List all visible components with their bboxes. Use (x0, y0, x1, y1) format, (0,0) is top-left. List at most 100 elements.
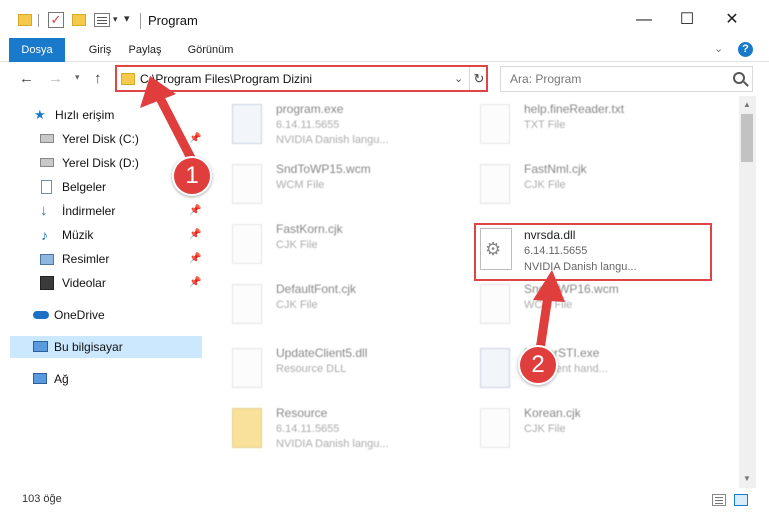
tiles-view-icon[interactable] (734, 494, 748, 506)
file-icon (232, 224, 262, 264)
pin-icon[interactable]: 📌 (189, 128, 201, 150)
properties-check-icon[interactable]: ✓ (48, 12, 64, 28)
sidebar-item-network[interactable]: Ağ (33, 368, 193, 390)
scroll-up-icon[interactable]: ▲ (743, 100, 751, 109)
file-type: Resource DLL (276, 363, 347, 375)
sidebar-item-label: Bu bilgisayar (54, 340, 123, 354)
file-list: program.exe 6.14.11.5655 NVIDIA Danish l… (214, 96, 739, 488)
file-icon (232, 284, 262, 324)
search-icon[interactable] (733, 72, 745, 84)
up-arrow-icon[interactable]: ↑ (94, 70, 102, 87)
item-count: 103 öğe (22, 493, 62, 505)
sidebar-item-label: Belgeler (62, 180, 107, 194)
tab-home[interactable]: Giriş (80, 38, 120, 62)
pin-icon[interactable]: 📌 (189, 272, 201, 294)
tab-share[interactable]: Paylaş (125, 38, 165, 62)
list-item[interactable]: SndToWP15.wcm WCM File (214, 158, 444, 212)
star-icon: ★ (34, 107, 46, 122)
sidebar-item-onedrive[interactable]: OneDrive (33, 304, 193, 326)
toolbar-separator (38, 14, 39, 27)
file-description: NVIDIA Danish langu... (276, 438, 389, 450)
exe-file-icon (232, 104, 262, 144)
file-type: WCM File (524, 299, 573, 311)
sidebar-item-this-pc[interactable]: Bu bilgisayar (10, 336, 202, 358)
recent-locations-icon[interactable]: ▾ (75, 72, 80, 83)
sidebar-item-music[interactable]: ♪ Müzik 📌 (40, 224, 205, 246)
tab-view[interactable]: Görünüm (183, 38, 238, 62)
tab-file[interactable]: Dosya (9, 38, 65, 62)
pin-icon[interactable]: 📌 (189, 248, 201, 270)
file-icon (480, 164, 510, 204)
folder-archive-icon (232, 408, 262, 448)
sidebar-item-label: Ağ (54, 372, 69, 386)
sidebar-item-label: Müzik (62, 228, 94, 242)
vertical-scrollbar[interactable]: ▲ ▼ (739, 96, 756, 488)
computer-icon (33, 341, 48, 352)
list-item[interactable]: FastKorn.cjk CJK File (214, 218, 444, 272)
download-icon: ↓ (40, 202, 48, 219)
list-item[interactable]: UpdateClient5.dll Resource DLL (214, 342, 444, 396)
sidebar-item-quick-access[interactable]: ★ Hızlı erişim (34, 104, 194, 126)
file-name: program.exe (276, 102, 344, 116)
file-highlight-box (474, 223, 712, 281)
list-item[interactable]: program.exe 6.14.11.5655 NVIDIA Danish l… (214, 98, 444, 152)
videos-icon (40, 276, 54, 290)
list-item[interactable]: SndToWP16.wcm WCM File (462, 278, 692, 332)
list-item[interactable]: help.fineReader.txt TXT File (462, 98, 692, 152)
file-name: SndToWP15.wcm (276, 162, 371, 176)
scroll-thumb[interactable] (741, 114, 753, 162)
file-description: NVIDIA Danish langu... (276, 134, 389, 146)
address-highlight-box (115, 65, 488, 92)
navigation-pane: ★ Hızlı erişim Yerel Disk (C:) 📌 Yerel D… (0, 96, 205, 488)
sidebar-item-label: Yerel Disk (D:) (62, 156, 139, 170)
file-name: FastNml.cjk (524, 162, 587, 176)
file-icon (232, 164, 262, 204)
minimize-button[interactable]: — (629, 8, 659, 32)
file-name: help.fineReader.txt (524, 102, 625, 116)
details-view-icon[interactable] (712, 494, 726, 506)
view-list-icon[interactable] (94, 13, 110, 27)
pin-icon[interactable]: 📌 (189, 200, 201, 222)
file-icon (480, 408, 510, 448)
sidebar-item-label: İndirmeler (62, 204, 116, 218)
list-item[interactable]: DefaultFont.cjk CJK File (214, 278, 444, 332)
sidebar-item-label: Resimler (62, 252, 110, 266)
file-icon (480, 284, 510, 324)
file-type: CJK File (524, 179, 566, 191)
window-title: Program (148, 13, 198, 28)
file-name: UpdateClient5.dll (276, 346, 368, 360)
list-item[interactable]: FastNml.cjk CJK File (462, 158, 692, 212)
close-button[interactable]: ✕ (717, 8, 747, 32)
title-bar: ✓ ▾ ▾ Program — ☐ ✕ (0, 0, 769, 38)
chevron-down-icon[interactable]: ▾ (113, 14, 118, 30)
file-name: FastKorn.cjk (276, 222, 343, 236)
search-input[interactable]: Ara: Program (500, 66, 753, 92)
help-icon[interactable]: ? (738, 42, 753, 57)
sidebar-item-downloads[interactable]: ↓ İndirmeler 📌 (40, 200, 205, 222)
sidebar-item-label: Yerel Disk (C:) (62, 132, 139, 146)
ribbon-tabs: Dosya Giriş Paylaş Görünüm ⌄ ? (0, 38, 769, 62)
list-item[interactable]: PlayerSTI.exe STI event hand... (462, 342, 692, 396)
expand-ribbon-icon[interactable]: ⌄ (714, 42, 723, 55)
file-icon (480, 104, 510, 144)
sidebar-item-label: OneDrive (54, 308, 105, 322)
customize-toolbar-icon[interactable]: ▾ (124, 12, 130, 28)
search-placeholder: Ara: Program (510, 72, 582, 86)
sidebar-item-drive-c[interactable]: Yerel Disk (C:) 📌 (40, 128, 205, 150)
back-arrow-icon[interactable]: ← (19, 70, 34, 87)
sidebar-item-videos[interactable]: Videolar 📌 (40, 272, 205, 294)
scroll-down-icon[interactable]: ▼ (743, 474, 751, 483)
forward-arrow-icon[interactable]: → (48, 70, 63, 87)
callout-2-badge: 2 (518, 345, 558, 385)
drive-icon (40, 134, 54, 143)
file-type: CJK File (524, 423, 566, 435)
sidebar-item-pictures[interactable]: Resimler 📌 (40, 248, 205, 270)
list-item[interactable]: Korean.cjk CJK File (462, 402, 692, 456)
pin-icon[interactable]: 📌 (189, 224, 201, 246)
list-item[interactable]: Resource 6.14.11.5655 NVIDIA Danish lang… (214, 402, 444, 456)
new-folder-icon[interactable] (72, 14, 86, 26)
maximize-button[interactable]: ☐ (672, 8, 702, 32)
folder-icon[interactable] (18, 14, 32, 26)
file-name: DefaultFont.cjk (276, 282, 357, 296)
network-icon (33, 373, 47, 384)
